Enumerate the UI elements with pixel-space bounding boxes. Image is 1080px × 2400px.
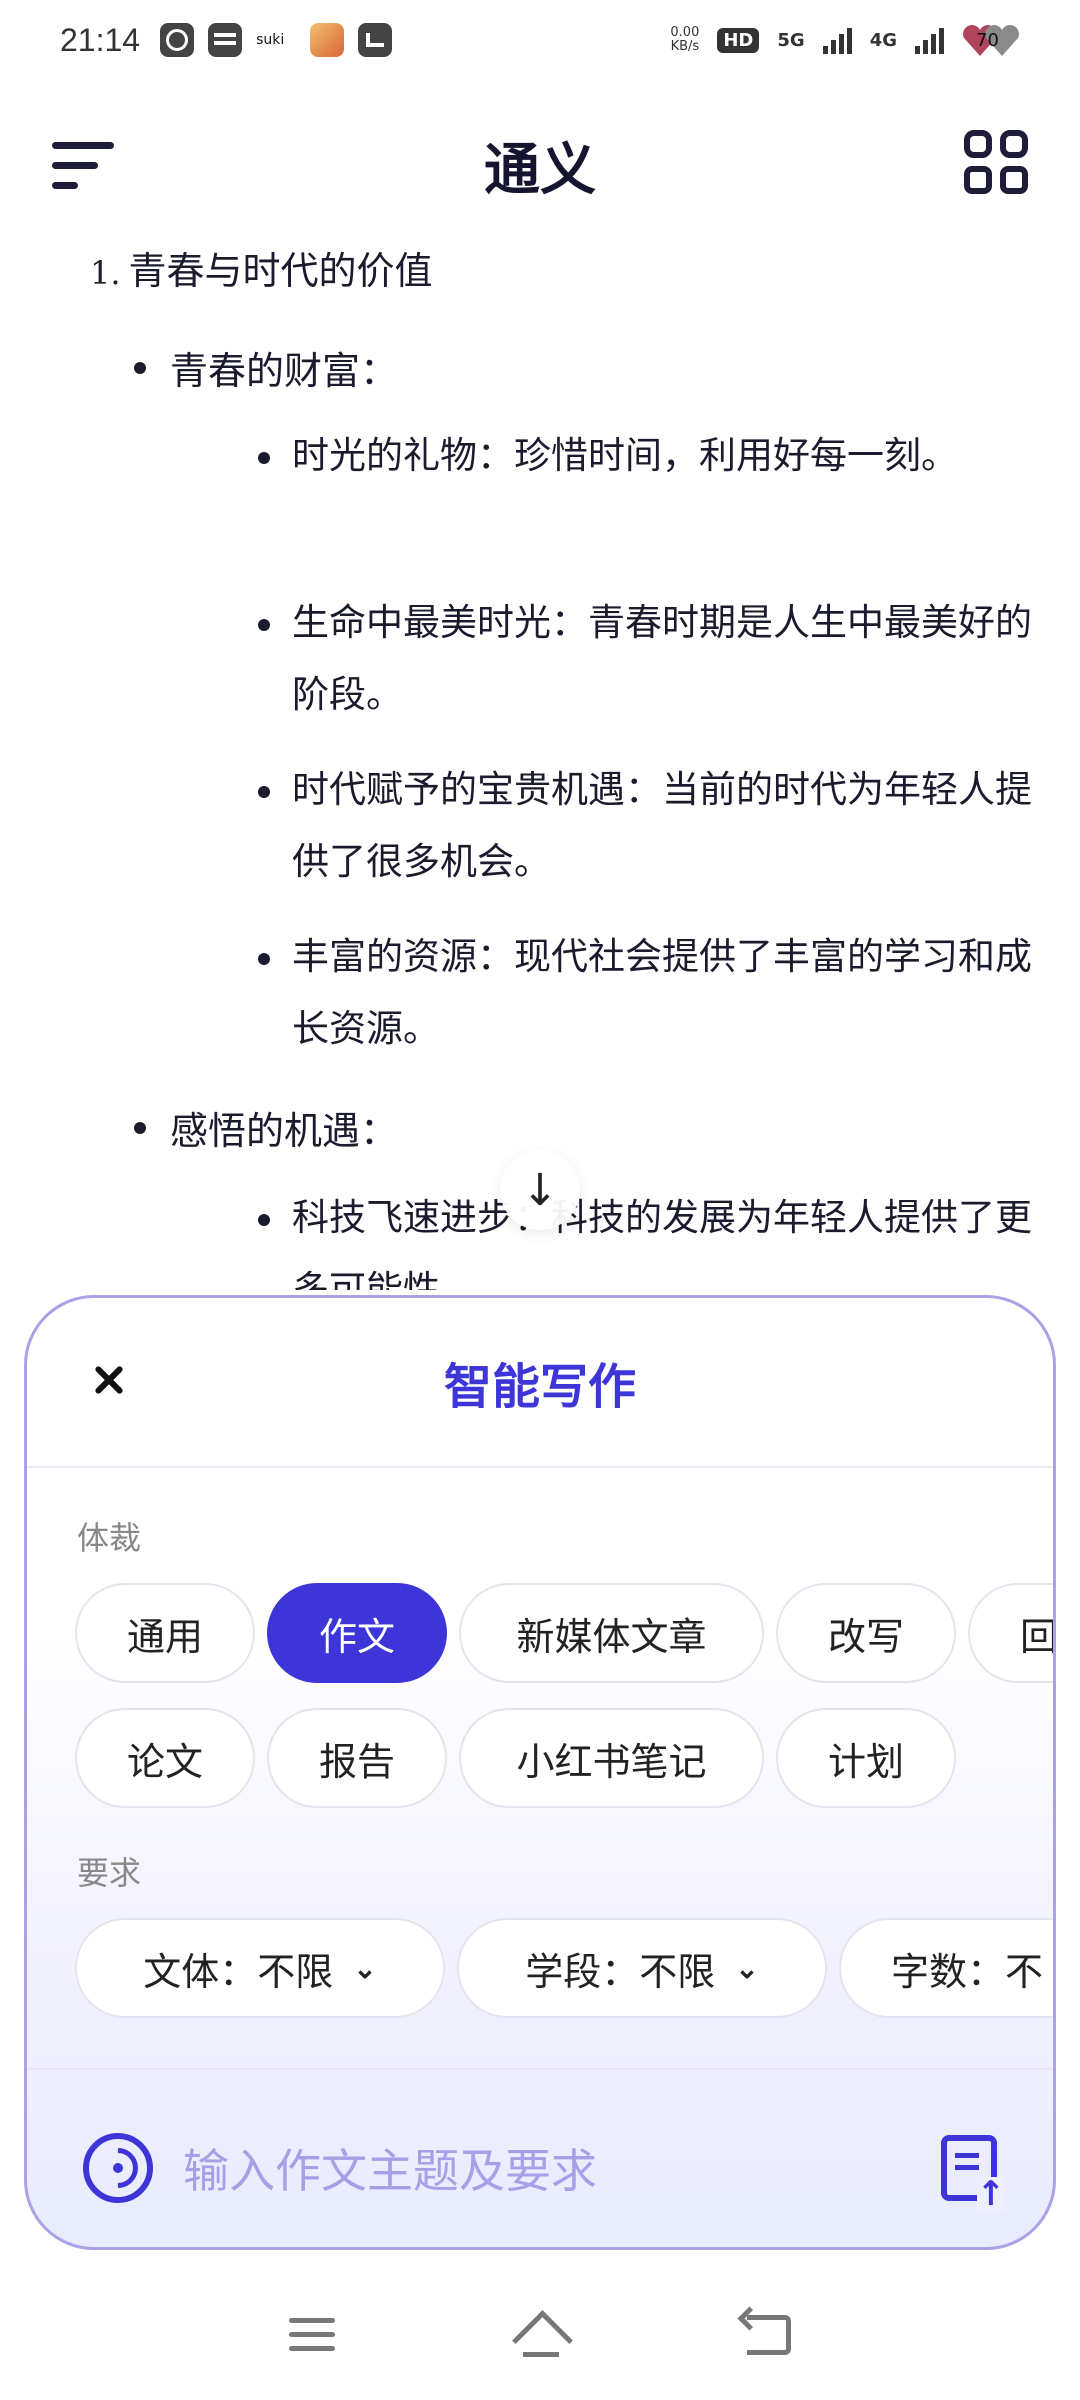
- status-system-icons: 0.00 KB/s HD 5G 4G 70: [670, 24, 1020, 56]
- genre-chip-rewrite[interactable]: 改写: [776, 1583, 956, 1683]
- divider: [27, 2068, 1053, 2070]
- battery-level: 70: [976, 29, 999, 51]
- network-speed-value: 0.00: [670, 25, 700, 40]
- system-navigation-bar: [0, 2270, 1080, 2400]
- chevron-down-icon: ⌄: [735, 1951, 759, 1985]
- genre-chip-new-media[interactable]: 新媒体文章: [459, 1583, 764, 1683]
- scroll-to-bottom-button[interactable]: ↓: [500, 1150, 580, 1230]
- requirements-label: 要求: [77, 1854, 142, 1892]
- bullet-item: 时光的礼物：珍惜时间，利用好每一刻。: [258, 420, 1032, 492]
- battery-icon: 70: [962, 24, 1020, 56]
- genre-chip-xiaohongshu[interactable]: 小红书笔记: [459, 1708, 764, 1808]
- bullet-group-label: 青春的财富：: [133, 340, 398, 395]
- hand-icon: [160, 23, 195, 57]
- home-icon[interactable]: [513, 2313, 569, 2357]
- back-icon[interactable]: [747, 2315, 791, 2355]
- requirements-row: 文体：不限 ⌄ 学段：不限 ⌄ 字数：不: [75, 1918, 1053, 2018]
- response-content: 1. 青春与时代的价值 青春的财富： 时光的礼物：珍惜时间，利用好每一刻。 生命中…: [0, 230, 1080, 1290]
- hd-badge: HD: [717, 27, 760, 53]
- app-thumbnail-icon: [310, 23, 345, 57]
- genre-label: 体裁: [77, 1519, 142, 1557]
- app-bar: 通义: [0, 110, 1080, 220]
- genre-chip-reply[interactable]: 回: [968, 1583, 1053, 1683]
- panel-header: 智能写作: [27, 1298, 1053, 1468]
- grade-dropdown-label: 学段：不限: [525, 1949, 716, 1994]
- status-bar: 21:14 suki 0.00 KB/s HD 5G 4G 70: [0, 0, 1080, 80]
- status-notification-icons: suki: [160, 23, 393, 57]
- bullet-item: 时代赋予的宝贵机遇：当前的时代为年轻人提供了很多机会。: [258, 754, 1032, 898]
- genre-chip-plan[interactable]: 计划: [776, 1708, 956, 1808]
- word-count-dropdown[interactable]: 字数：不: [839, 1918, 1053, 2018]
- word-count-dropdown-label: 字数：不: [891, 1949, 1044, 1994]
- menu-icon[interactable]: [52, 138, 116, 194]
- style-dropdown-label: 文体：不限: [143, 1949, 334, 1994]
- document-upload-icon[interactable]: [941, 2135, 1005, 2211]
- recent-apps-icon[interactable]: [289, 2318, 335, 2352]
- signal-icon-2: [915, 26, 944, 54]
- section-number: 1.: [90, 254, 121, 292]
- close-icon[interactable]: [87, 1356, 137, 1406]
- genre-chip-report[interactable]: 报告: [267, 1708, 447, 1808]
- genre-chip-row-1: 通用 作文 新媒体文章 改写 回: [75, 1583, 1053, 1683]
- prompt-input[interactable]: 输入作文主题及要求: [183, 2135, 597, 2201]
- sim2-network-label: 4G: [869, 29, 897, 51]
- status-time: 21:14: [60, 21, 141, 58]
- suki-app-icon: suki: [256, 32, 285, 48]
- genre-chip-row-2: 论文 报告 小红书笔记 计划: [75, 1708, 956, 1808]
- bullet-item: 科技飞速进步：科技的发展为年轻人提供了更多可能性。: [258, 1182, 1032, 1290]
- genre-chip-general[interactable]: 通用: [75, 1583, 255, 1683]
- section-title: 青春与时代的价值: [128, 249, 433, 293]
- bullet-item: 生命中最美时光：青春时期是人生中最美好的阶段。: [258, 587, 1032, 731]
- bullet-item: 丰富的资源：现代社会提供了丰富的学习和成长资源。: [258, 921, 1032, 1065]
- bullet-group-label: 感悟的机遇：: [133, 1100, 398, 1155]
- network-speed: 0.00 KB/s: [670, 26, 699, 54]
- card-icon: [208, 23, 243, 57]
- voice-input-icon[interactable]: [83, 2133, 153, 2203]
- arrow-down-icon: ↓: [521, 1164, 559, 1216]
- message-icon: [358, 23, 393, 57]
- sim1-network-label: 5G: [777, 29, 805, 51]
- grade-dropdown[interactable]: 学段：不限 ⌄: [457, 1918, 827, 2018]
- chevron-down-icon: ⌄: [353, 1951, 377, 1985]
- panel-title: 智能写作: [443, 1347, 637, 1417]
- section-heading: 1. 青春与时代的价值: [90, 240, 433, 295]
- signal-icon: [822, 26, 852, 54]
- prompt-input-row: 输入作文主题及要求: [83, 2118, 1005, 2218]
- network-speed-unit: KB/s: [670, 39, 700, 54]
- apps-grid-icon[interactable]: [964, 130, 1028, 194]
- genre-chip-paper[interactable]: 论文: [75, 1708, 255, 1808]
- style-dropdown[interactable]: 文体：不限 ⌄: [75, 1918, 445, 2018]
- genre-chip-essay[interactable]: 作文: [267, 1583, 447, 1683]
- app-title: 通义: [484, 137, 596, 203]
- smart-writing-panel: 智能写作 体裁 通用 作文 新媒体文章 改写 回 论文 报告 小红书笔记 计划 …: [24, 1295, 1056, 2250]
